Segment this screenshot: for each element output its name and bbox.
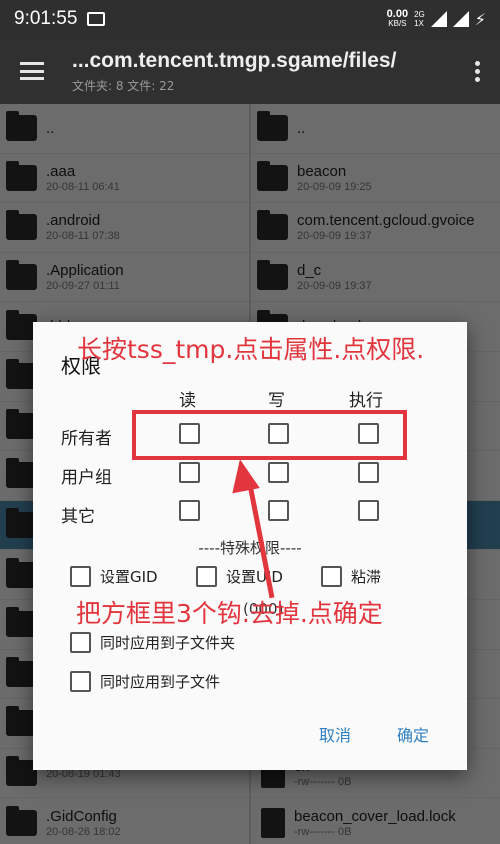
cancel-button[interactable]: 取消: [319, 722, 351, 746]
col-write-label: 写: [268, 391, 285, 411]
set-gid-label: 设置GID: [100, 568, 158, 586]
signal-2-icon: [452, 11, 469, 27]
other-read-checkbox[interactable]: [179, 500, 200, 521]
col-exec-label: 执行: [349, 391, 383, 411]
signal-icon: [430, 11, 447, 27]
group-read-checkbox[interactable]: [179, 462, 200, 483]
group-exec-checkbox[interactable]: [358, 462, 379, 483]
apply-subfolders-checkbox[interactable]: [70, 632, 91, 653]
col-read-label: 读: [179, 391, 196, 411]
image-notification-icon: [87, 12, 106, 26]
app-bar: ...com.tencent.tmgp.sgame/files/ 文件夹: 8 …: [0, 38, 500, 104]
sticky-label: 粘滞: [351, 568, 382, 586]
ok-button[interactable]: 确定: [397, 722, 429, 746]
group-write-checkbox[interactable]: [268, 462, 289, 483]
status-time: 9:01:55: [14, 8, 78, 29]
path-title: ...com.tencent.tmgp.sgame/files/: [72, 48, 397, 72]
set-gid-checkbox[interactable]: [70, 566, 91, 587]
annotation-top-text: 长按tss_tmp.点击属性.点权限.: [77, 335, 425, 364]
menu-icon[interactable]: [20, 62, 44, 80]
special-permissions-title: ----特殊权限----: [198, 539, 302, 557]
row-owner-label: 所有者: [61, 429, 112, 449]
more-options-icon[interactable]: [475, 60, 480, 82]
sticky-option[interactable]: 粘滞: [321, 566, 381, 587]
sticky-checkbox[interactable]: [321, 566, 342, 587]
apply-subfiles-checkbox[interactable]: [70, 671, 91, 692]
apply-subfolders-option[interactable]: 同时应用到子文件夹: [70, 632, 235, 653]
charging-icon: ⚡: [474, 9, 486, 29]
network-speed: 0.00 KB/S: [386, 8, 409, 29]
annotation-arrow-head: [226, 456, 260, 494]
set-uid-checkbox[interactable]: [196, 566, 217, 587]
folder-file-count: 文件夹: 8 文件: 22: [72, 78, 175, 93]
row-other-label: 其它: [61, 507, 95, 527]
other-exec-checkbox[interactable]: [358, 500, 379, 521]
permissions-dialog: 权限 读 写 执行 所有者 用户组 其它 ----特殊权限---- 设置GID …: [33, 322, 467, 770]
set-uid-label: 设置UID: [226, 568, 283, 586]
apply-subfiles-option[interactable]: 同时应用到子文件: [70, 671, 220, 692]
status-bar: 9:01:55 0.00 KB/S 2G 1X ⚡: [0, 0, 500, 38]
network-type: 2G 1X: [414, 10, 425, 28]
status-icons: 0.00 KB/S 2G 1X ⚡: [386, 8, 486, 29]
annotation-highlight-box: [132, 410, 407, 460]
path-block: ...com.tencent.tmgp.sgame/files/ 文件夹: 8 …: [72, 49, 396, 94]
other-write-checkbox[interactable]: [268, 500, 289, 521]
apply-subfiles-label: 同时应用到子文件: [100, 673, 221, 691]
annotation-bottom-text: 把方框里3个钩.去掉.点确定: [76, 599, 383, 628]
row-group-label: 用户组: [61, 468, 112, 488]
apply-subfolders-label: 同时应用到子文件夹: [100, 634, 236, 652]
set-gid-option[interactable]: 设置GID: [70, 566, 158, 587]
